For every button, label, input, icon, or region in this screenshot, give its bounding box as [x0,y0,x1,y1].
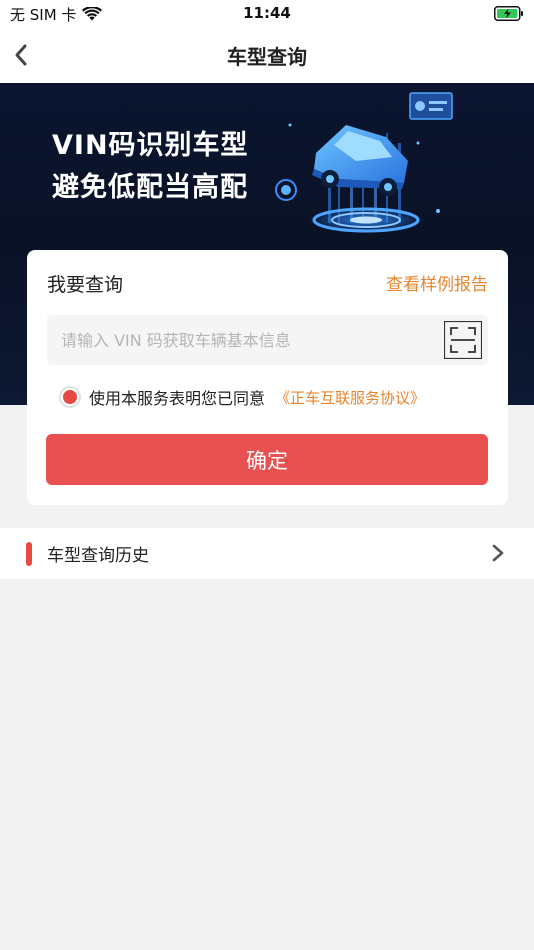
scan-icon [443,320,483,360]
radio-checked-dot [63,390,77,404]
history-accent-bar [26,542,32,566]
banner-subheadline: 避免低配当高配 [52,172,248,203]
page-title: 车型查询 [227,45,307,69]
car-scan-illustration [275,92,453,233]
banner-headline: VIN码识别车型 [52,130,249,161]
query-history-row[interactable]: 车型查询历史 [0,528,534,579]
nav-bar: 车型查询 [0,28,534,83]
agree-radio[interactable] [59,386,81,408]
battery-charging-icon [494,6,523,21]
confirm-button[interactable]: 确定 [46,434,488,485]
vin-input-container [47,315,488,365]
status-time: 11:44 [243,4,291,22]
sample-report-link[interactable]: 查看样例报告 [386,270,488,295]
vin-input[interactable] [47,315,437,365]
query-card: 我要查询 查看样例报告 使用本服务表明您已同意 《正车互联服务协议》 确定 [27,250,508,505]
chevron-right-icon [492,544,504,562]
card-title: 我要查询 [47,274,124,296]
agreement-row: 使用本服务表明您已同意 《正车互联服务协议》 [59,383,425,411]
scan-button[interactable] [443,320,483,360]
agree-text: 使用本服务表明您已同意 [89,389,266,408]
service-agreement-link[interactable]: 《正车互联服务协议》 [275,387,425,408]
status-bar: 无 SIM 卡 11:44 [0,0,534,28]
history-label: 车型查询历史 [47,546,149,566]
